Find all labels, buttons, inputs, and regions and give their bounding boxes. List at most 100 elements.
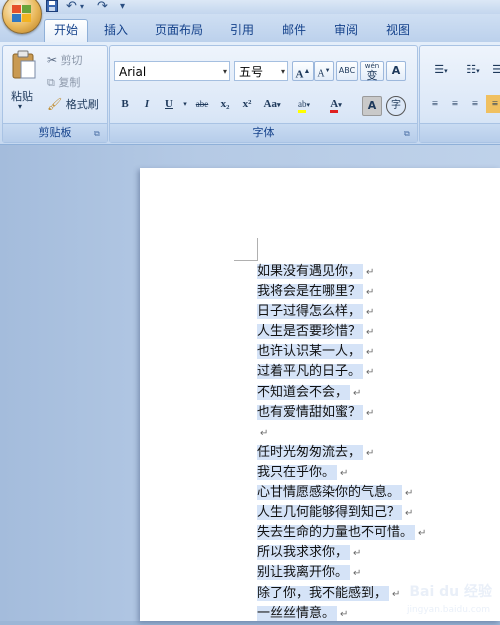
selected-text[interactable]: 一丝丝情意。 (257, 605, 338, 621)
selected-text[interactable]: 所以我求求你， (257, 545, 351, 561)
selected-text[interactable]: 过着平凡的日子。 (257, 364, 364, 380)
font-launcher-icon[interactable]: ⧉ (404, 129, 413, 138)
cut-label: 剪切 (60, 54, 83, 67)
paragraph-mark-icon: ↵ (366, 407, 375, 419)
redo-icon[interactable]: ↷ (97, 0, 108, 13)
copy-label: 复制 (58, 76, 81, 89)
chevron-down-icon[interactable]: ▾ (223, 62, 227, 82)
document-text[interactable]: 如果没有遇见你， ↵ 我将会是在哪里？ ↵ 日子过得怎么样， ↵ 人生是否要珍惜？ ↵ 也许认识… (257, 262, 426, 624)
document-line[interactable]: 我将会是在哪里？ ↵ (257, 282, 426, 302)
document-line[interactable]: ↵ (257, 423, 426, 443)
selected-text[interactable]: 除了你，我不能感到， (257, 585, 390, 601)
align-center-button[interactable]: ≡ (446, 95, 464, 113)
document-line[interactable]: 人生是否要珍惜？ ↵ (257, 322, 426, 342)
document-line[interactable]: 任时光匆匆流去， ↵ (257, 443, 426, 463)
document-line[interactable]: 失去生命的力量也不可惜。 ↵ (257, 523, 426, 543)
font-color-button[interactable]: A▾ (322, 95, 350, 113)
tab-insert[interactable]: 插入 (96, 20, 136, 41)
font-name-value: Arial (119, 65, 147, 79)
selected-text[interactable]: 任时光匆匆流去， (257, 444, 364, 460)
paste-button[interactable]: 粘贴 ▾ (7, 48, 39, 118)
tab-review[interactable]: 审阅 (326, 20, 366, 41)
selected-text[interactable]: 不知道会不会， (257, 384, 351, 400)
selected-text[interactable]: 我将会是在哪里？ (257, 284, 364, 300)
document-line[interactable]: 心甘情愿感染你的气息。 ↵ (257, 483, 426, 503)
strikethrough-button[interactable]: abe (190, 95, 214, 113)
office-logo-icon (12, 5, 31, 22)
ribbon-tabs: 开始 插入 页面布局 引用 邮件 审阅 视图 (0, 14, 500, 43)
selected-text[interactable]: 也有爱情甜如蜜？ (257, 404, 364, 420)
paragraph-mark-icon: ↵ (392, 588, 401, 600)
subscript-button[interactable]: x₂ (216, 95, 234, 113)
document-line[interactable]: 也有爱情甜如蜜？ ↵ (257, 403, 426, 423)
tab-page-layout[interactable]: 页面布局 (148, 20, 210, 41)
paragraph-mark-icon: ↵ (418, 528, 427, 540)
bullets-button[interactable]: ☰▾ (426, 61, 456, 79)
document-line[interactable]: 过着平凡的日子。 ↵ (257, 362, 426, 382)
paragraph-mark-icon: ↵ (366, 367, 375, 379)
clipboard-launcher-icon[interactable]: ⧉ (94, 129, 103, 138)
paragraph-mark-icon: ↵ (366, 447, 375, 459)
font-size-combo[interactable]: 五号 ▾ (234, 61, 288, 81)
document-line[interactable]: 人生几何能够得到知己？ ↵ (257, 503, 426, 523)
paragraph-mark-icon: ↵ (366, 287, 375, 299)
tab-home[interactable]: 开始 (44, 19, 88, 43)
character-shading-button[interactable]: A (362, 96, 382, 116)
grow-font-button[interactable]: A▲ (292, 61, 314, 81)
bold-button[interactable]: B (116, 95, 134, 113)
paste-dropdown-icon[interactable]: ▾ (18, 102, 22, 111)
shrink-font-button[interactable]: A▼ (314, 61, 334, 81)
cut-button[interactable]: ✂ 剪切 (47, 52, 83, 68)
paragraph-mark-icon: ↵ (366, 307, 375, 319)
numbering-button[interactable]: ☷▾ (458, 61, 488, 79)
copy-button[interactable]: ⧉ 复制 (47, 74, 80, 90)
multilevel-list-button[interactable]: ☰ (490, 61, 500, 79)
selected-text[interactable]: 我只在乎你。 (257, 464, 338, 480)
font-name-combo[interactable]: Arial ▾ (114, 61, 230, 81)
justify-button[interactable]: ≡ (486, 95, 500, 113)
document-line[interactable]: 我只在乎你。 ↵ (257, 463, 426, 483)
format-painter-button[interactable]: 🖌 格式刷 (47, 96, 99, 112)
undo-icon[interactable]: ↶ (66, 0, 77, 13)
tab-view[interactable]: 视图 (378, 20, 418, 41)
tab-mailings[interactable]: 邮件 (274, 20, 314, 41)
format-painter-icon: 🖌 (47, 97, 63, 111)
paragraph-mark-icon: ↵ (366, 327, 375, 339)
customize-quick-access-icon[interactable]: ▾ (120, 0, 125, 13)
document-line[interactable]: 所以我求求你， ↵ (257, 543, 426, 563)
document-line[interactable]: 如果没有遇见你， ↵ (257, 262, 426, 282)
scissors-icon: ✂ (47, 53, 58, 67)
document-line[interactable]: 除了你，我不能感到， ↵ (257, 584, 426, 604)
chevron-down-icon[interactable]: ▾ (281, 62, 285, 82)
selected-text[interactable]: 人生是否要珍惜？ (257, 324, 364, 340)
selected-text[interactable]: 失去生命的力量也不可惜。 (257, 525, 416, 541)
align-right-button[interactable]: ≡ (466, 95, 484, 113)
selected-text[interactable]: 别让我离开你。 (257, 565, 351, 581)
align-left-button[interactable]: ≡ (426, 95, 444, 113)
paragraph-mark-icon: ↵ (353, 387, 362, 399)
save-icon[interactable] (46, 0, 58, 13)
selected-text[interactable]: 人生几何能够得到知己？ (257, 505, 403, 521)
clear-formatting-button[interactable]: ABC (336, 61, 358, 81)
undo-dropdown-icon[interactable]: ▾ (80, 0, 84, 13)
selected-text[interactable]: 心甘情愿感染你的气息。 (257, 485, 403, 501)
document-line[interactable]: 日子过得怎么样， ↵ (257, 302, 426, 322)
character-border-button[interactable]: A (386, 61, 406, 81)
italic-button[interactable]: I (138, 95, 156, 113)
document-line[interactable]: 别让我离开你。 ↵ (257, 563, 426, 583)
enclose-characters-button[interactable]: 字 (386, 96, 406, 116)
document-line[interactable]: 也许认识某一人， ↵ (257, 342, 426, 362)
superscript-button[interactable]: x² (238, 95, 256, 113)
selected-text[interactable]: 如果没有遇见你， (257, 264, 364, 279)
selected-text[interactable]: 日子过得怎么样， (257, 304, 364, 320)
highlight-button[interactable]: ab▾ (290, 95, 318, 113)
paragraph-mark-icon: ↵ (353, 548, 362, 560)
document-line[interactable]: 不知道会不会， ↵ (257, 383, 426, 403)
change-case-button[interactable]: Aa▾ (260, 95, 284, 113)
tab-references[interactable]: 引用 (222, 20, 262, 41)
selected-text[interactable]: 也许认识某一人， (257, 344, 364, 360)
format-painter-label: 格式刷 (65, 98, 99, 111)
watermark-sub: jingyan.baidu.com (406, 605, 490, 615)
paragraph-mark-icon: ↵ (405, 488, 414, 500)
phonetic-guide-button[interactable]: wén 变 (360, 61, 384, 81)
